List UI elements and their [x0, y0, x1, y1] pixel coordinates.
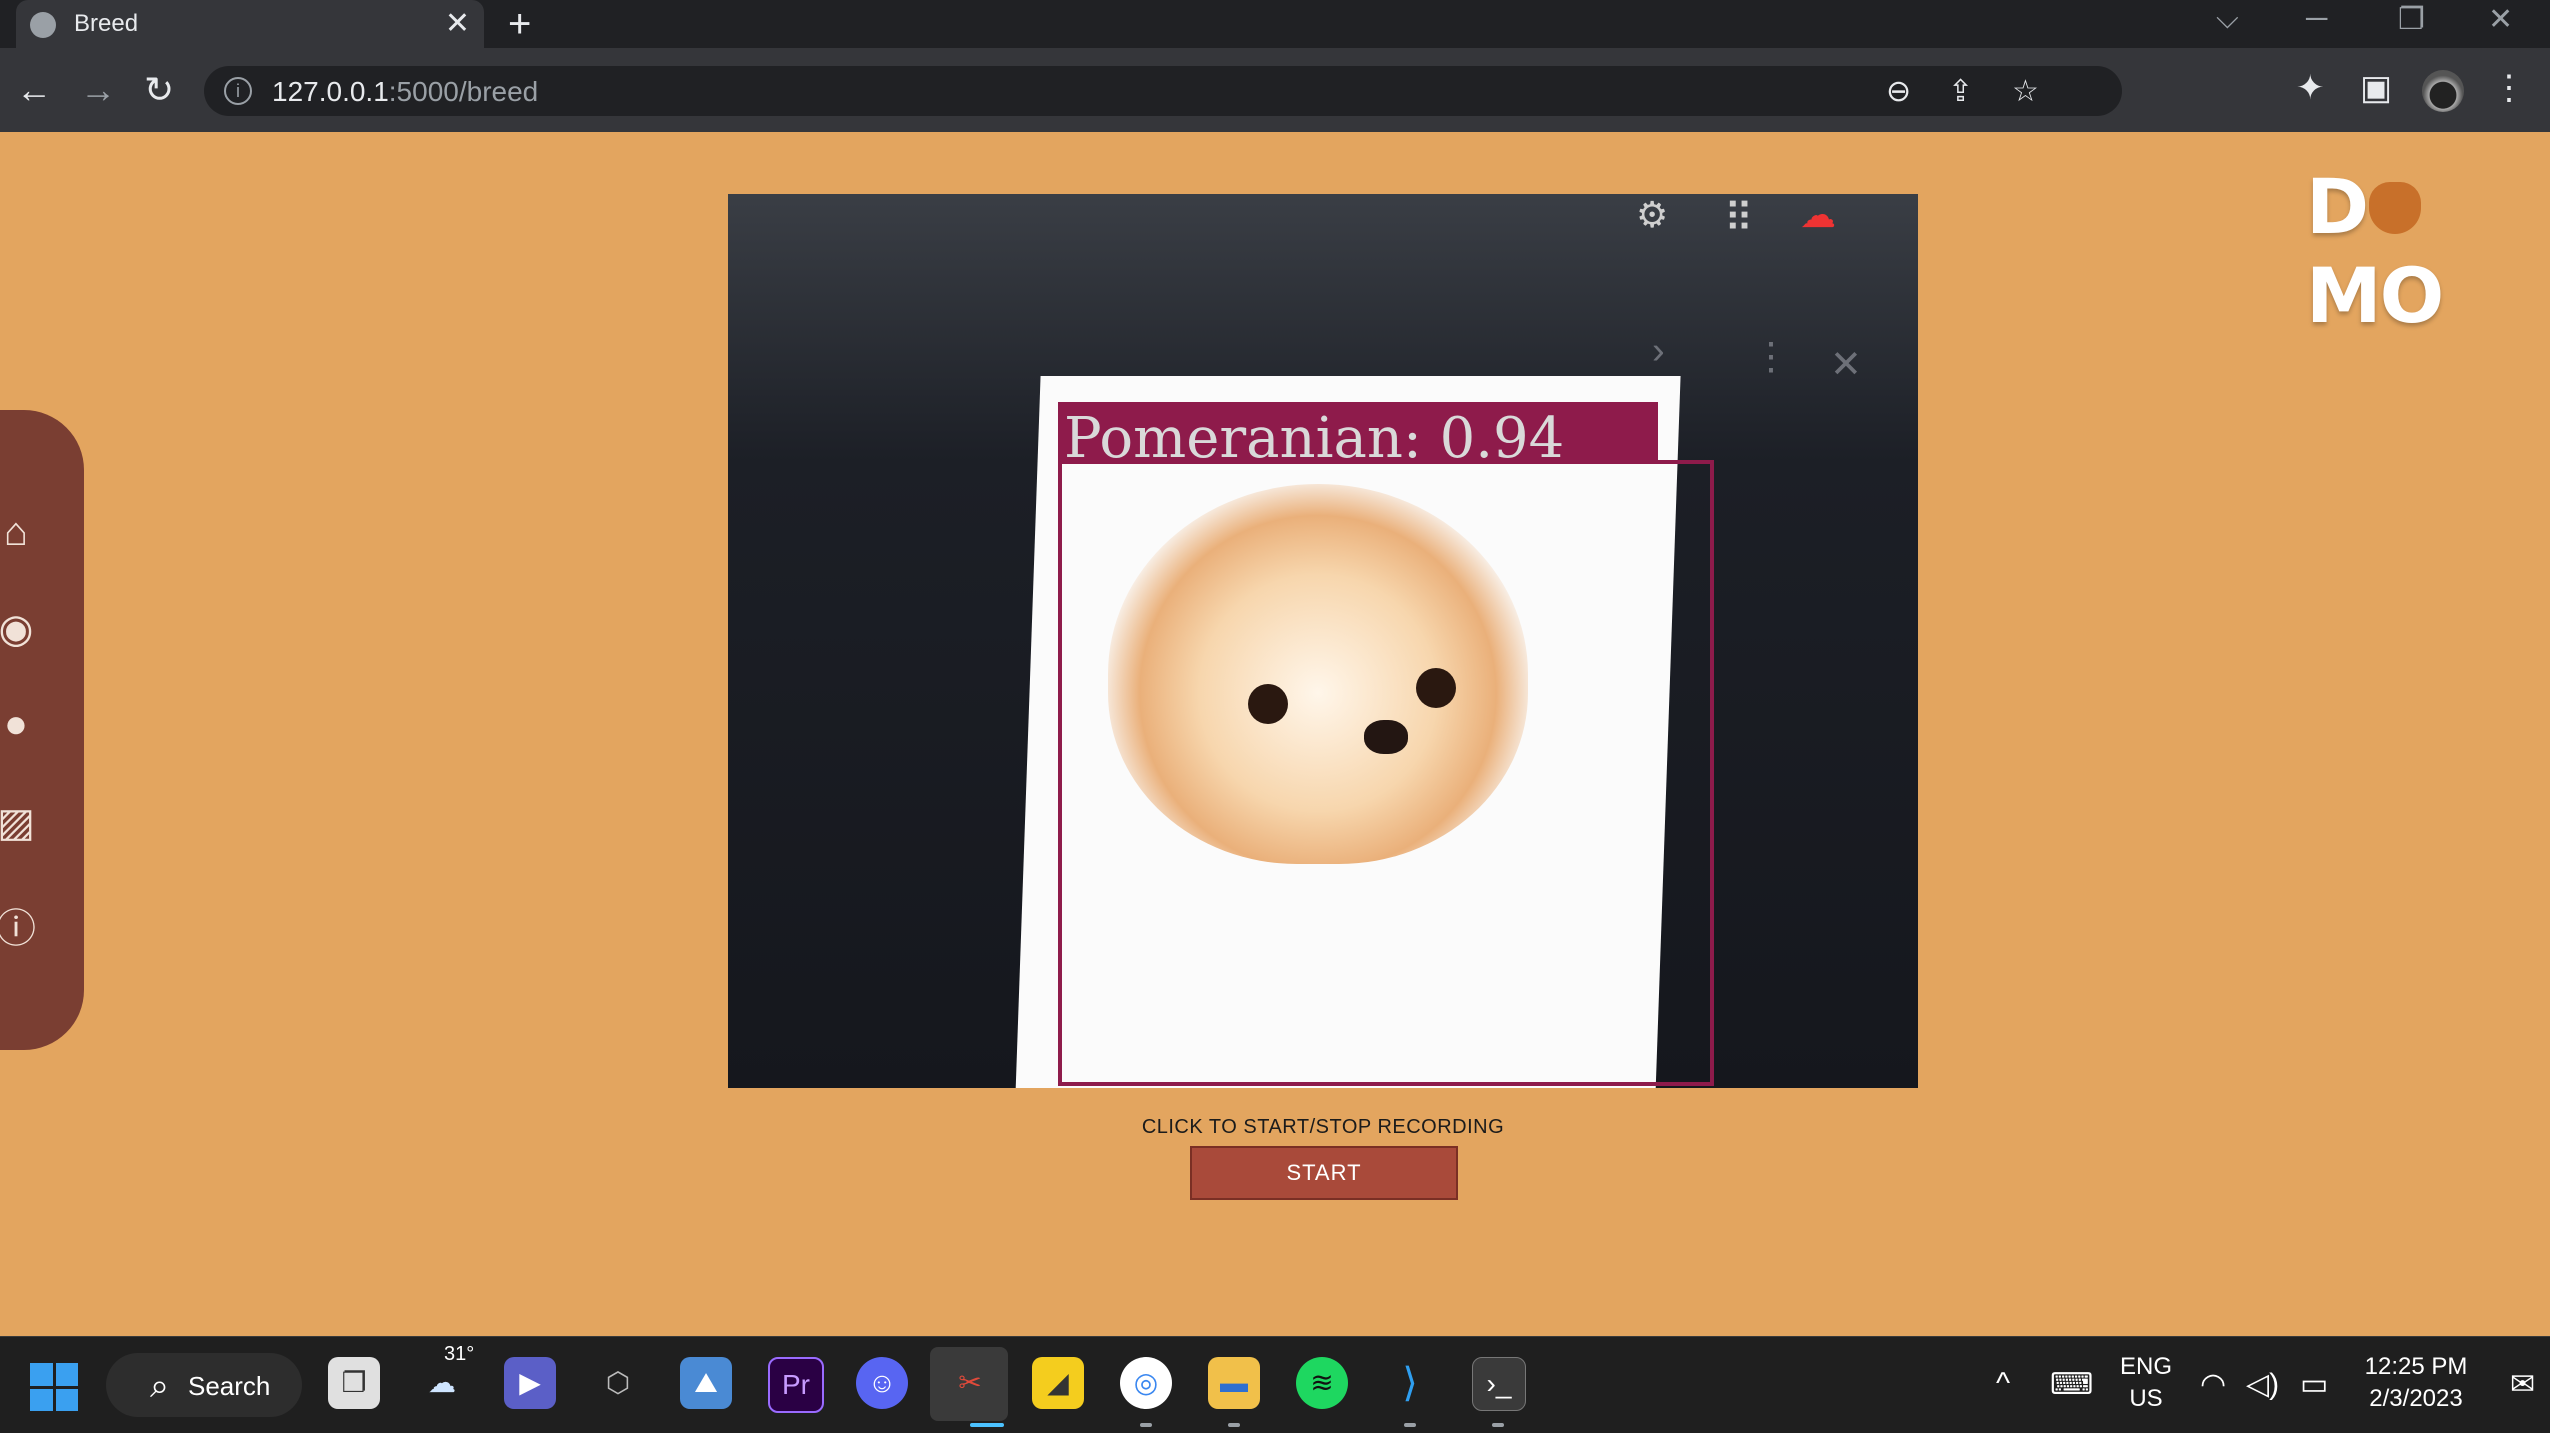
- notification-icon[interactable]: ✉: [2510, 1367, 2535, 1402]
- language-indicator[interactable]: ENG US: [2106, 1351, 2186, 1415]
- close-overlay-icon[interactable]: ✕: [1830, 342, 1862, 387]
- premiere-pro-icon[interactable]: Pr: [768, 1357, 824, 1413]
- region-code: US: [2129, 1385, 2163, 1412]
- tab-close-icon[interactable]: ✕: [445, 6, 470, 41]
- spotify-icon[interactable]: ≋: [1296, 1357, 1348, 1409]
- sticky-notes-icon[interactable]: ◢: [1032, 1357, 1084, 1409]
- extensions-icon[interactable]: ✦: [2296, 68, 2325, 108]
- url-host: 127.0.0.1: [272, 76, 389, 107]
- volume-icon[interactable]: ◁): [2246, 1367, 2279, 1402]
- running-indicator: [1140, 1423, 1152, 1427]
- forward-icon[interactable]: →: [80, 70, 116, 110]
- taskbar-search-label: Search: [188, 1371, 271, 1401]
- browser-titlebar: Breed ✕ + ⌵ ─ ❐ ✕: [0, 0, 2550, 48]
- file-explorer-icon[interactable]: ▬: [1208, 1357, 1260, 1409]
- record-instruction: CLICK TO START/STOP RECORDING: [1141, 1116, 1505, 1138]
- globe-icon: [30, 12, 56, 38]
- zoom-icon[interactable]: ⊖: [1886, 74, 1911, 109]
- tab-title: Breed: [74, 10, 139, 37]
- target-icon[interactable]: ◉: [0, 606, 52, 652]
- info-icon[interactable]: ⓘ: [0, 896, 52, 954]
- back-icon[interactable]: ←: [16, 70, 52, 110]
- logo-text-left: D: [2306, 162, 2369, 251]
- clock-time: 12:25 PM: [2364, 1353, 2468, 1380]
- side-panel-icon[interactable]: ▣: [2360, 68, 2392, 108]
- wifi-icon[interactable]: ◠: [2200, 1367, 2226, 1402]
- browser-tab[interactable]: Breed ✕: [16, 0, 484, 48]
- record-icon[interactable]: ●: [0, 702, 52, 747]
- unity-icon[interactable]: ⬡: [592, 1357, 644, 1409]
- site-info-icon[interactable]: i: [224, 77, 252, 105]
- chevron-up-icon[interactable]: ^: [1996, 1367, 2010, 1401]
- clock[interactable]: 12:25 PM 2/3/2023: [2346, 1351, 2486, 1415]
- camera-grid-icon[interactable]: ⠿: [1724, 196, 1753, 242]
- new-tab-button[interactable]: +: [508, 2, 531, 47]
- detection-label: Pomeranian: 0.94: [1064, 406, 1565, 471]
- terminal-icon[interactable]: ›_: [1472, 1357, 1526, 1411]
- weather-temperature: 31°: [444, 1343, 475, 1365]
- gallery-icon[interactable]: ▨: [0, 800, 52, 846]
- url-path: :5000/breed: [388, 76, 539, 107]
- discord-icon[interactable]: ☺: [856, 1357, 908, 1409]
- address-bar[interactable]: i 127.0.0.1:5000/breed ⊖ ⇪ ☆: [204, 66, 2122, 116]
- reload-icon[interactable]: ↻: [144, 70, 174, 110]
- language-code: ENG: [2119, 1353, 2172, 1380]
- share-icon[interactable]: ⇪: [1948, 74, 1973, 109]
- windows-start-icon[interactable]: [30, 1363, 78, 1411]
- running-indicator: [1492, 1423, 1504, 1427]
- shiba-logo-icon: [2369, 182, 2422, 234]
- start-button[interactable]: START: [1190, 1146, 1458, 1200]
- camera-effects-icon[interactable]: ☁: [1800, 194, 1836, 236]
- running-indicator: [1404, 1423, 1416, 1427]
- detection-label-box: Pomeranian: 0.94: [1058, 402, 1658, 471]
- teams-chat-icon[interactable]: ▶: [504, 1357, 556, 1409]
- task-view-icon[interactable]: ❐: [328, 1357, 380, 1409]
- search-icon: ⌕: [150, 1367, 170, 1405]
- webcam-feed: Pomeranian: 0.94 ⚙ ⠿ ☁ › ⋮ ✕: [728, 194, 1918, 1088]
- clock-date: 2/3/2023: [2369, 1385, 2463, 1412]
- taskbar-search[interactable]: ⌕ Search: [106, 1353, 302, 1417]
- detection-box: [1058, 460, 1714, 1086]
- home-icon[interactable]: ⌂: [0, 510, 52, 555]
- chevron-right-icon[interactable]: ›: [1652, 330, 1665, 373]
- bookmark-star-icon[interactable]: ☆: [2012, 74, 2039, 109]
- more-options-icon[interactable]: ⋮: [1752, 334, 1790, 379]
- url-text[interactable]: 127.0.0.1:5000/breed: [272, 76, 538, 108]
- minimize-button[interactable]: ─: [2306, 2, 2327, 36]
- snipping-tool-icon[interactable]: ✂: [944, 1357, 996, 1409]
- menu-icon[interactable]: ⋮: [2492, 68, 2526, 108]
- camera-settings-icon[interactable]: ⚙: [1636, 194, 1668, 236]
- logo-text-right: MO: [2306, 251, 2444, 340]
- chrome-icon[interactable]: ◎: [1120, 1357, 1172, 1409]
- browser-toolbar: ← → ↻ i 127.0.0.1:5000/breed ⊖ ⇪ ☆ ✦ ▣ ⋮: [0, 48, 2550, 132]
- battery-icon[interactable]: ▭: [2300, 1367, 2328, 1402]
- sidebar: ⌂ ◉ ● ▨ ⓘ: [0, 410, 84, 1050]
- keyboard-icon[interactable]: ⌨: [2050, 1367, 2093, 1402]
- profile-avatar[interactable]: [2422, 70, 2464, 112]
- restore-button[interactable]: ❐: [2398, 2, 2425, 37]
- running-indicator: [1228, 1423, 1240, 1427]
- tab-search-icon[interactable]: ⌵: [2216, 2, 2239, 36]
- photos-icon[interactable]: ⛰: [680, 1357, 732, 1409]
- active-indicator: [970, 1423, 1004, 1427]
- close-window-button[interactable]: ✕: [2488, 2, 2513, 37]
- windows-taskbar: ⌕ Search ❐ ☁ 31° ▶ ⬡ ⛰ Pr ☺ ✂ ◢ ◎ ▬ ≋ ⟩ …: [0, 1336, 2550, 1433]
- app-logo[interactable]: DMO: [2306, 162, 2550, 340]
- vscode-icon[interactable]: ⟩: [1384, 1357, 1436, 1409]
